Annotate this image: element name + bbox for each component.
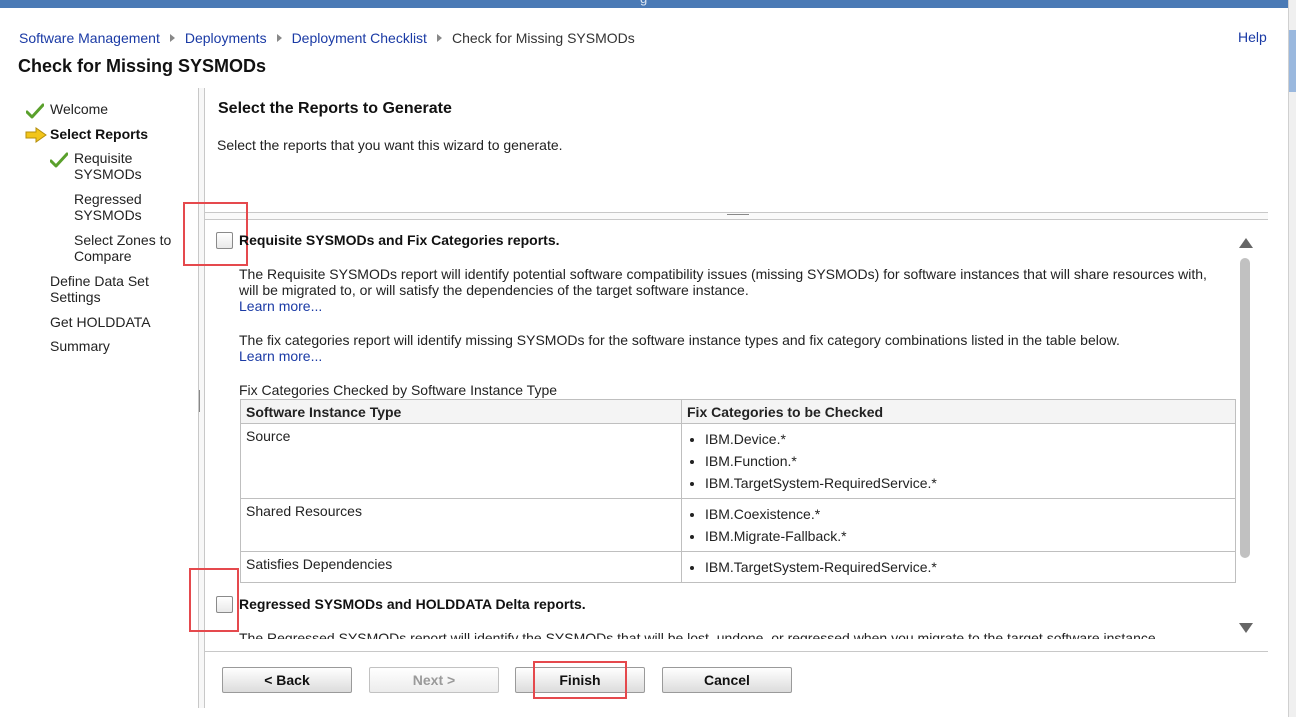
nav-step-label: Regressed: [74, 191, 142, 207]
breadcrumb-separator-icon: [276, 34, 282, 42]
category-item: IBM.Function.*: [705, 450, 1230, 472]
intro-text: Select the reports that you want this wi…: [217, 137, 563, 153]
regressed-description-clip: The Regressed SYSMODs report will identi…: [239, 630, 1199, 639]
scroll-down-arrow-icon[interactable]: [1239, 623, 1253, 633]
table-header-row: Software Instance Type Fix Categories to…: [240, 399, 1236, 424]
nav-step-summary[interactable]: Summary: [50, 338, 110, 354]
breadcrumb-current: Check for Missing SYSMODs: [451, 30, 635, 46]
scroll-thumb[interactable]: [1240, 258, 1250, 558]
check-icon: [50, 152, 68, 168]
right-edge-panel: [1288, 0, 1296, 717]
nav-step-label: Requisite: [74, 150, 133, 166]
requisite-description-line2: will be migrated to, or will satisfy the…: [239, 282, 749, 298]
table-row: Satisfies Dependencies IBM.TargetSystem-…: [240, 551, 1236, 583]
category-item: IBM.Migrate-Fallback.*: [705, 525, 1230, 547]
instance-type-cell: Shared Resources: [240, 498, 682, 552]
nav-step-label: SYSMODs: [74, 166, 142, 182]
breadcrumb: Software Management Deployments Deployme…: [19, 29, 635, 47]
requisite-reports-label[interactable]: Requisite SYSMODs and Fix Categories rep…: [239, 232, 560, 248]
breadcrumb-software-management[interactable]: Software Management: [19, 30, 160, 46]
table-row: Source IBM.Device.* IBM.Function.* IBM.T…: [240, 423, 1236, 499]
fix-categories-table: Software Instance Type Fix Categories to…: [240, 399, 1236, 583]
window-top-bar: g: [0, 0, 1288, 8]
learn-more-link[interactable]: Learn more...: [239, 348, 322, 364]
footer-divider: [205, 651, 1268, 652]
learn-more-link[interactable]: Learn more...: [239, 298, 322, 314]
scroll-up-arrow-icon[interactable]: [1239, 238, 1253, 248]
category-item: IBM.TargetSystem-RequiredService.*: [705, 556, 1230, 578]
categories-cell: IBM.Coexistence.* IBM.Migrate-Fallback.*: [681, 498, 1236, 552]
regressed-description: The Regressed SYSMODs report will identi…: [239, 630, 1160, 639]
regressed-reports-label[interactable]: Regressed SYSMODs and HOLDDATA Delta rep…: [239, 596, 586, 612]
table-caption: Fix Categories Checked by Software Insta…: [239, 382, 558, 398]
nav-step-welcome[interactable]: Welcome: [50, 101, 108, 117]
column-header: Fix Categories to be Checked: [681, 399, 1236, 424]
column-header: Software Instance Type: [240, 399, 682, 424]
nav-step-label: Compare: [74, 248, 132, 264]
instance-type-cell: Source: [240, 423, 682, 499]
breadcrumb-separator-icon: [436, 34, 442, 42]
category-item: IBM.TargetSystem-RequiredService.*: [705, 472, 1230, 494]
nav-step-select-reports[interactable]: Select Reports: [50, 126, 148, 142]
breadcrumb-deployments[interactable]: Deployments: [185, 30, 267, 46]
cancel-button[interactable]: Cancel: [662, 667, 792, 693]
right-edge-banner: [1289, 30, 1296, 92]
category-item: IBM.Coexistence.*: [705, 503, 1230, 525]
instance-type-cell: Satisfies Dependencies: [240, 551, 682, 583]
window-title-fragment: g: [640, 0, 647, 6]
nav-step-get-holddata[interactable]: Get HOLDDATA: [50, 314, 151, 330]
horizontal-splitter[interactable]: [205, 212, 1268, 220]
categories-cell: IBM.Device.* IBM.Function.* IBM.TargetSy…: [681, 423, 1236, 499]
help-link[interactable]: Help: [1238, 29, 1267, 45]
table-row: Shared Resources IBM.Coexistence.* IBM.M…: [240, 498, 1236, 552]
categories-cell: IBM.TargetSystem-RequiredService.*: [681, 551, 1236, 583]
highlight-box: [189, 568, 239, 632]
page-title: Check for Missing SYSMODs: [18, 56, 267, 76]
fix-categories-description: The fix categories report will identify …: [239, 332, 1120, 348]
breadcrumb-separator-icon: [169, 34, 175, 42]
back-button[interactable]: < Back: [222, 667, 352, 693]
check-icon: [26, 103, 44, 119]
nav-step-label: Define Data Set: [50, 273, 149, 289]
nav-step-label: Select Zones to: [74, 232, 172, 248]
nav-step-label: Settings: [50, 289, 101, 305]
next-button[interactable]: Next >: [369, 667, 499, 693]
content-scrollbar[interactable]: [1236, 232, 1254, 636]
section-title: Select the Reports to Generate: [218, 100, 452, 117]
highlight-box: [533, 661, 627, 699]
splitter-grip-icon: [199, 390, 203, 412]
nav-step-label: SYSMODs: [74, 207, 142, 223]
category-item: IBM.Device.*: [705, 428, 1230, 450]
current-step-arrow-icon: [25, 127, 47, 143]
requisite-description-line1: The Requisite SYSMODs report will identi…: [239, 266, 1207, 282]
splitter-grip-icon: [727, 214, 749, 217]
breadcrumb-deployment-checklist[interactable]: Deployment Checklist: [292, 30, 427, 46]
